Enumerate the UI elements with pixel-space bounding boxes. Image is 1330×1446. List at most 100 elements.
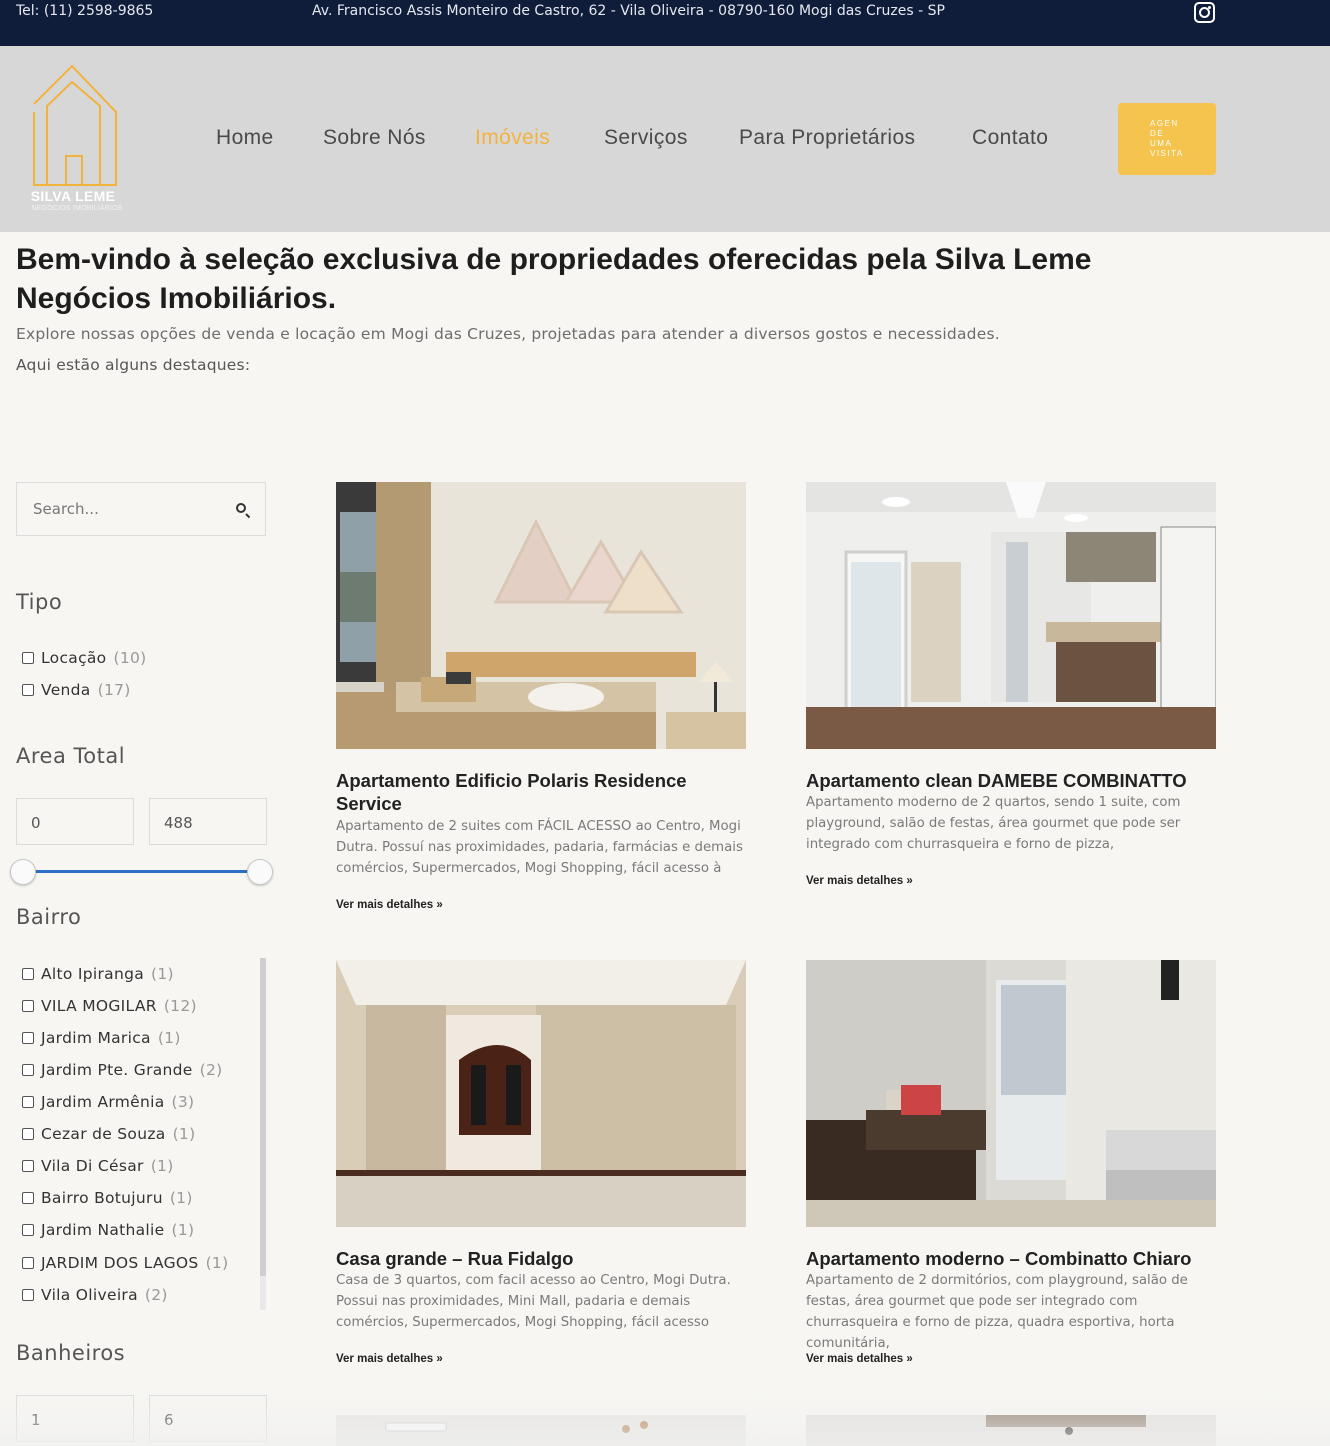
listing-photo[interactable]: [806, 1415, 1216, 1446]
intro-text: Explore nossas opções de venda e locação…: [16, 325, 1000, 343]
filter-option-label: VILA MOGILAR: [41, 997, 157, 1015]
filter-option-label: Vila Oliveira: [41, 1286, 138, 1304]
filter-option-label: Venda: [41, 681, 91, 699]
logo[interactable]: SILVA LEME NEGÓCIOS IMOBILIÁRIOS: [18, 64, 136, 216]
listing-description: Apartamento de 2 dormitórios, com playgr…: [806, 1273, 1188, 1351]
checkbox[interactable]: [22, 684, 34, 696]
filter-option-count: (3): [171, 1093, 195, 1111]
filter-option-label: Jardim Nathalie: [41, 1221, 165, 1239]
schedule-visit-label: AGEN DE UMA VISITA: [1150, 119, 1184, 158]
filter-option-label: Jardim Marica: [41, 1029, 151, 1047]
search-placeholder: Search...: [33, 500, 99, 518]
bairro-scrollbar[interactable]: [260, 958, 266, 1310]
search-input[interactable]: Search...: [16, 482, 266, 536]
checkbox[interactable]: [22, 1224, 34, 1236]
filter-option-count: (17): [97, 681, 131, 699]
page-title: Bem-vindo à seleção exclusiva de proprie…: [16, 243, 1092, 315]
logo-subtitle: NEGÓCIOS IMOBILIÁRIOS: [31, 205, 123, 212]
filter-option[interactable]: Locação (10): [22, 649, 147, 669]
listing-title[interactable]: Casa grande – Rua Fidalgo: [336, 1247, 746, 1270]
filter-option[interactable]: Cezar de Souza (1): [22, 1125, 195, 1145]
filter-option-label: Jardim Pte. Grande: [41, 1061, 193, 1079]
checkbox[interactable]: [22, 1064, 34, 1076]
filter-option[interactable]: VILA MOGILAR (12): [22, 997, 197, 1017]
nav-contato[interactable]: Contato: [972, 126, 1048, 150]
filter-option[interactable]: Jardim Armênia (3): [22, 1093, 194, 1113]
listing-details-link[interactable]: Ver mais detalhes »: [336, 899, 443, 911]
phone-number[interactable]: Tel: (11) 2598-9865: [16, 3, 153, 19]
area-max-input[interactable]: 488: [149, 798, 267, 845]
filter-option[interactable]: Vila Oliveira (2): [22, 1286, 168, 1306]
area-slider-min-handle[interactable]: [10, 859, 36, 885]
listing-photo[interactable]: [336, 482, 746, 749]
site-header: SILVA LEME NEGÓCIOS IMOBILIÁRIOS Home So…: [0, 46, 1330, 232]
listing-photo[interactable]: [806, 482, 1216, 749]
filter-option[interactable]: Jardim Pte. Grande (2): [22, 1061, 223, 1081]
filter-option-count: (1): [150, 1157, 174, 1175]
listing-photo[interactable]: [806, 960, 1216, 1227]
filter-title-bairro: Bairro: [16, 905, 82, 929]
filter-option[interactable]: Bairro Botujuru (1): [22, 1189, 193, 1209]
filter-option-count: (1): [205, 1254, 229, 1272]
nav-imoveis[interactable]: Imóveis: [475, 126, 550, 150]
filter-option-label: Vila Di César: [41, 1157, 144, 1175]
checkbox[interactable]: [22, 968, 34, 980]
listing-description: Apartamento moderno de 2 quartos, sendo …: [806, 795, 1181, 852]
checkbox[interactable]: [22, 1128, 34, 1140]
filter-option[interactable]: Venda (17): [22, 681, 131, 701]
filter-option[interactable]: Vila Di César (1): [22, 1157, 174, 1177]
filter-option-count: (1): [171, 1221, 195, 1239]
listing-title[interactable]: Apartamento moderno – Combinatto Chiaro: [806, 1247, 1216, 1270]
checkbox[interactable]: [22, 652, 34, 664]
nav-para-proprietarios[interactable]: Para Proprietários: [739, 126, 915, 150]
area-slider-max-handle[interactable]: [247, 859, 273, 885]
filter-option-count: (1): [151, 965, 174, 983]
filter-option-label: JARDIM DOS LAGOS: [41, 1254, 199, 1272]
checkbox[interactable]: [22, 1289, 34, 1301]
listing-title[interactable]: Apartamento Edificio Polaris Residence S…: [336, 769, 746, 815]
logo-brand: SILVA LEME: [30, 188, 116, 204]
nav-servicos[interactable]: Serviços: [604, 126, 688, 150]
checkbox[interactable]: [22, 1257, 34, 1269]
listing-details-link[interactable]: Ver mais detalhes »: [806, 1353, 913, 1365]
nav-home[interactable]: Home: [216, 126, 274, 150]
highlights-text: Aqui estão alguns destaques:: [16, 356, 251, 374]
area-slider-track[interactable]: [23, 870, 260, 873]
top-bar: Tel: (11) 2598-9865 Av. Francisco Assis …: [0, 0, 1330, 46]
filter-option[interactable]: JARDIM DOS LAGOS (1): [22, 1254, 228, 1274]
filter-title-area: Area Total: [16, 744, 126, 768]
checkbox[interactable]: [22, 1160, 34, 1172]
filter-option-label: Alto Ipiranga: [41, 965, 145, 983]
listing-photo[interactable]: [336, 960, 746, 1227]
address: Av. Francisco Assis Monteiro de Castro, …: [312, 3, 945, 19]
filter-option-count: (1): [169, 1189, 193, 1207]
filter-option-label: Cezar de Souza: [41, 1125, 166, 1143]
checkbox[interactable]: [22, 1032, 34, 1044]
area-min-input[interactable]: 0: [16, 798, 134, 845]
banheiros-min-input[interactable]: 1: [16, 1395, 134, 1442]
filter-option-count: (10): [113, 649, 147, 667]
listing-photo[interactable]: [336, 1415, 746, 1446]
schedule-visit-button[interactable]: AGEN DE UMA VISITA: [1118, 103, 1216, 175]
checkbox[interactable]: [22, 1192, 34, 1204]
instagram-icon[interactable]: [1194, 2, 1215, 23]
filter-option-label: Bairro Botujuru: [41, 1189, 163, 1207]
banheiros-max-input[interactable]: 6: [149, 1395, 267, 1442]
nav-sobre-nos[interactable]: Sobre Nós: [323, 126, 426, 150]
checkbox[interactable]: [22, 1000, 34, 1012]
filter-option[interactable]: Jardim Marica (1): [22, 1029, 181, 1049]
filter-title-tipo: Tipo: [16, 590, 63, 614]
house-logo-icon: [33, 64, 117, 186]
filter-option-label: Jardim Armênia: [41, 1093, 165, 1111]
filter-option[interactable]: Jardim Nathalie (1): [22, 1221, 194, 1241]
search-icon[interactable]: [236, 503, 246, 513]
listing-details-link[interactable]: Ver mais detalhes »: [336, 1353, 443, 1365]
listing-details-link[interactable]: Ver mais detalhes »: [806, 875, 913, 887]
filter-option-count: (1): [172, 1125, 196, 1143]
checkbox[interactable]: [22, 1096, 34, 1108]
filter-option-count: (1): [157, 1029, 181, 1047]
scrollbar-thumb[interactable]: [260, 958, 266, 1276]
filter-option[interactable]: Alto Ipiranga (1): [22, 965, 174, 985]
listing-description: Casa de 3 quartos, com facil acesso ao C…: [336, 1273, 731, 1330]
listing-title[interactable]: Apartamento clean DAMEBE COMBINATTO: [806, 769, 1216, 792]
